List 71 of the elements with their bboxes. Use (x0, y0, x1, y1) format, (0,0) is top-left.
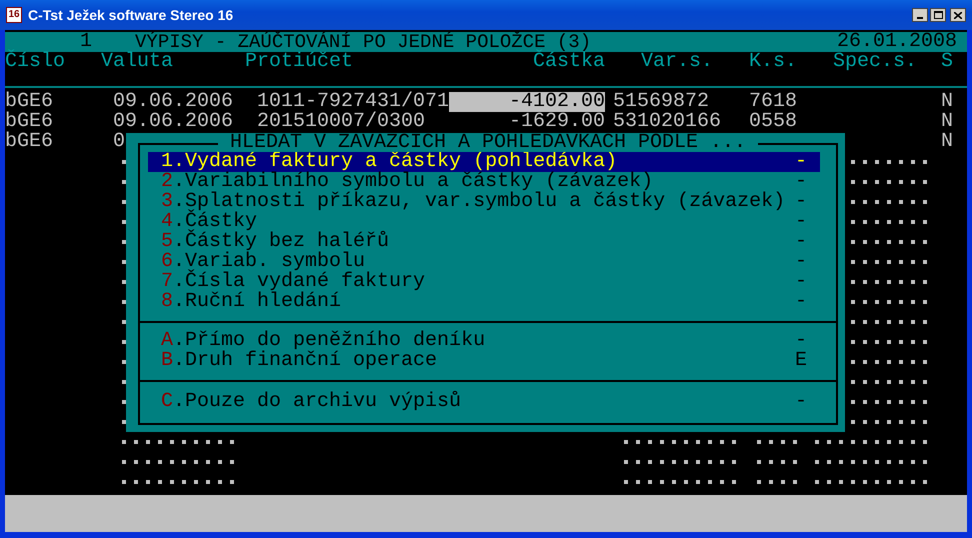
table-cell: 1011-7927431/071 (257, 90, 450, 113)
item-value: - (794, 232, 807, 252)
table-cell: 51569872 (613, 90, 710, 113)
screen-date: 26.01.2008 (836, 32, 957, 52)
item-key: 5 (161, 232, 174, 252)
item-key: 8 (161, 292, 174, 312)
table-cell: 0558 (749, 110, 798, 133)
item-value: - (794, 392, 807, 412)
menu-item[interactable]: 2.Variabilního symbolu a částky (závazek) - (148, 172, 820, 192)
menu-item[interactable]: B.Druh finanční operace E (148, 351, 820, 371)
item-label: .Variabilního symbolu a částky (závazek) (173, 172, 654, 192)
table-cell: N (941, 132, 954, 152)
menu-item[interactable]: 3.Splatnosti příkazu, var.symbolu a částky (závazek) - (148, 192, 820, 212)
column-header: Protiúčet (245, 52, 354, 72)
item-key: C (161, 392, 174, 412)
item-label: .Pouze do archivu výpisů (173, 392, 462, 412)
screen-title: VÝPISY - ZAÚČTOVÁNÍ PO JEDNÉ POLOŽCE (3) (135, 32, 592, 52)
dotted-fill-drawing (757, 460, 797, 464)
column-header: Valuta (101, 52, 174, 72)
item-value: E (794, 351, 807, 371)
window-title: C-Tst Ježek software Stereo 16 (28, 6, 234, 24)
item-label: .Přímo do peněžního deníku (173, 331, 486, 351)
column-header: K.s. (749, 52, 798, 72)
screen-number: 1 (80, 32, 92, 52)
table-cell-text: 09.06.2006 (113, 112, 234, 132)
item-value: - (794, 331, 807, 351)
table-cell-text: bGE6 (5, 112, 54, 132)
item-key: B (161, 351, 174, 371)
table-cell-text: bGE6 (5, 132, 54, 152)
column-header: Var.s. (641, 52, 714, 72)
item-value: - (794, 272, 807, 292)
column-header: Spec.s. (833, 52, 918, 72)
menu-item[interactable]: 8.Ruční hledání - (148, 292, 820, 312)
item-key: A (161, 331, 174, 351)
app-icon: 16 (6, 7, 22, 23)
item-key: 6 (161, 252, 174, 272)
menu-item[interactable]: A.Přímo do peněžního deníku - (148, 331, 820, 351)
maximize-button[interactable] (930, 8, 946, 22)
item-key: 4 (161, 212, 174, 232)
menu-item[interactable]: C.Pouze do archivu výpisů - (148, 392, 820, 412)
close-button[interactable] (950, 8, 966, 22)
minimize-button[interactable] (912, 8, 928, 22)
table-cell: 201510007/0300 (257, 110, 426, 133)
item-key: 2 (161, 172, 174, 192)
menu-item[interactable]: 1.Vydané faktury a částky (pohledávka) - (148, 152, 820, 172)
item-value: - (794, 172, 807, 192)
item-value: - (794, 152, 807, 172)
item-label: .Splatnosti příkazu, var.symbolu a částky (závazek) (173, 192, 786, 212)
item-key: 3 (161, 192, 174, 212)
dotted-fill-drawing (757, 480, 797, 484)
table-cell-text: bGE6 (5, 92, 54, 112)
item-label: .Druh finanční operace (173, 351, 438, 371)
table-cell: N (941, 92, 954, 112)
item-value: - (794, 192, 807, 212)
item-value: - (794, 252, 807, 272)
amount-cell-text: -1629.00 (508, 112, 605, 132)
item-key: 1 (161, 152, 174, 172)
table-cell: 531020166 (613, 110, 722, 133)
column-header: S (941, 52, 954, 72)
dialog-title: HLEDAT V ZÁVAZCÍCH A POHLEDÁVKÁCH PODLE ... (218, 134, 758, 152)
close-icon (954, 12, 962, 18)
table-cell: 7618 (749, 90, 798, 113)
item-label: .Vydané faktury a částky (pohledávka) (173, 152, 618, 172)
table-cell: N (941, 112, 954, 132)
item-value: - (794, 292, 807, 312)
amount-cell: -4102.00 (449, 92, 605, 112)
item-key: 7 (161, 272, 174, 292)
item-value: - (794, 212, 807, 232)
table-cell-text: 09.06.2006 (113, 92, 234, 112)
dotted-fill-drawing (757, 440, 797, 444)
item-label: .Ruční hledání (173, 292, 342, 312)
